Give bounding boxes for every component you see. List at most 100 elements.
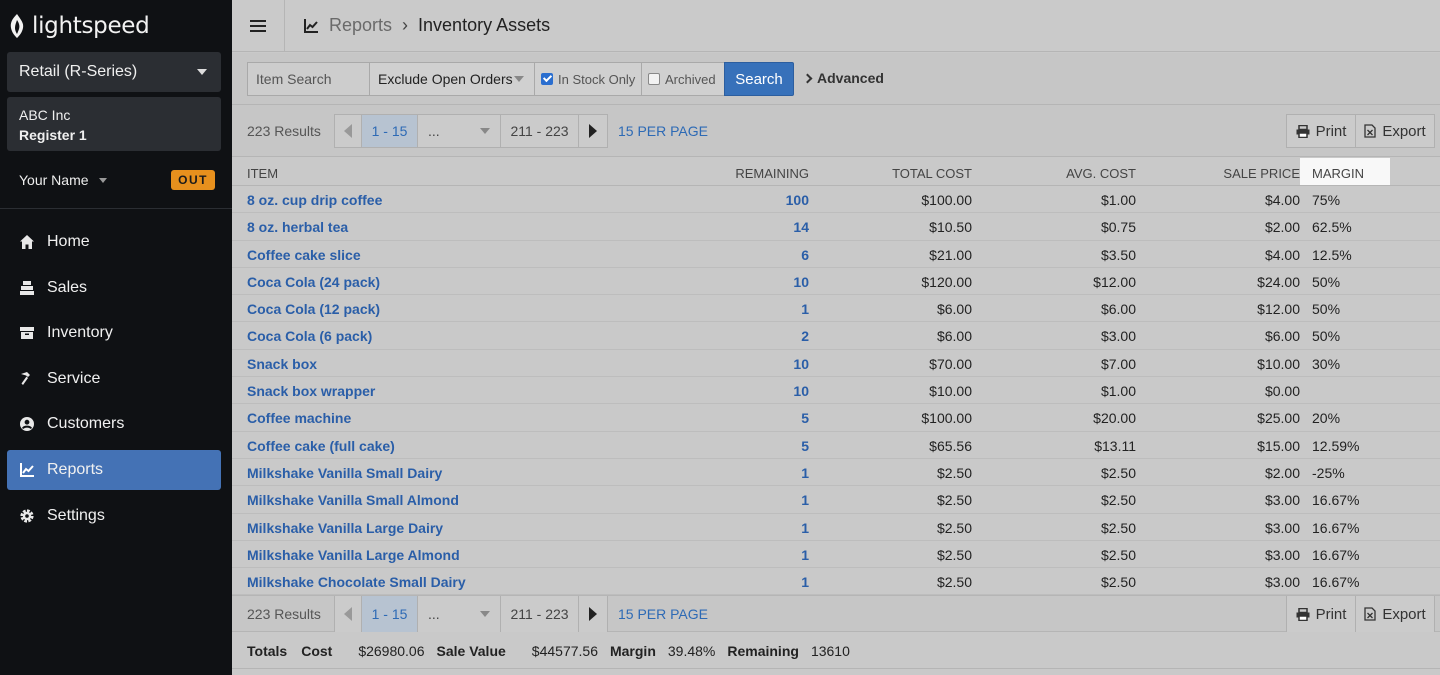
item-link[interactable]: Milkshake Vanilla Small Dairy [247,465,442,481]
margin: 62.5% [1312,219,1352,236]
print-button[interactable]: Print [1286,596,1356,632]
last-page-button[interactable]: 211 - 223 [500,114,579,148]
item-link[interactable]: Coffee cake slice [247,247,361,263]
totals-cost-label: Cost [301,642,333,659]
column-header-sale-price[interactable]: SALE PRICE [1223,166,1300,181]
total-cost: $21.00 [929,246,972,263]
top-bar: Reports › Inventory Assets [232,0,1440,52]
sidebar-item-customers[interactable]: Customers [7,404,221,444]
item-link[interactable]: Coffee machine [247,410,351,426]
margin: 50% [1312,273,1341,290]
column-header-total-cost[interactable]: TOTAL COST [892,166,972,181]
sidebar-item-settings[interactable]: Settings [7,496,221,536]
next-page-button[interactable] [578,596,608,632]
page-title: Inventory Assets [418,15,551,35]
advanced-toggle[interactable]: Advanced [802,70,884,86]
shop-register-box[interactable]: ABC Inc Register 1 [7,97,221,151]
sale-price: $6.00 [1264,328,1300,345]
item-link[interactable]: 8 oz. herbal tea [247,219,348,235]
totals-remaining-label: Remaining [727,642,799,659]
remaining-link[interactable]: 1 [801,301,809,317]
item-link[interactable]: Milkshake Vanilla Large Almond [247,547,460,563]
sale-price: $2.00 [1264,464,1300,481]
total-cost: $6.00 [936,328,972,345]
print-button[interactable]: Print [1286,114,1356,148]
current-page-button[interactable]: 1 - 15 [361,596,418,632]
results-count: 223 Results [247,123,321,139]
column-header-item[interactable]: ITEM [247,166,278,181]
remaining-link[interactable]: 1 [801,492,809,508]
column-header-margin[interactable]: MARGIN [1300,158,1390,185]
item-link[interactable]: Snack box [247,356,317,372]
item-search-input[interactable]: Item Search [247,62,370,96]
menu-toggle-button[interactable] [232,0,285,52]
sidebar-item-label: Service [47,369,101,387]
item-link[interactable]: Milkshake Chocolate Small Dairy [247,574,466,590]
item-link[interactable]: Coca Cola (24 pack) [247,274,380,290]
margin: 16.67% [1312,519,1360,536]
prev-page-button[interactable] [334,596,362,632]
last-page-button[interactable]: 211 - 223 [500,596,579,632]
sidebar-item-sales[interactable]: Sales [7,268,221,308]
item-link[interactable]: 8 oz. cup drip coffee [247,192,382,208]
sidebar-item-home[interactable]: Home [7,222,221,262]
chevron-down-icon [98,177,107,183]
person-icon [19,416,35,432]
remaining-link[interactable]: 10 [793,274,809,290]
remaining-link[interactable]: 1 [801,547,809,563]
item-link[interactable]: Coca Cola (6 pack) [247,328,372,344]
item-link[interactable]: Milkshake Vanilla Large Dairy [247,520,443,536]
remaining-link[interactable]: 6 [801,247,809,263]
clock-status-badge[interactable]: OUT [171,170,215,190]
export-label: Export [1382,122,1426,140]
export-label: Export [1382,605,1426,623]
sidebar-item-inventory[interactable]: Inventory [7,313,221,353]
export-button[interactable]: Export [1355,596,1435,632]
item-link[interactable]: Coca Cola (12 pack) [247,301,380,317]
column-header-avg-cost[interactable]: AVG. COST [1066,166,1136,181]
item-link[interactable]: Milkshake Vanilla Small Almond [247,492,459,508]
remaining-link[interactable]: 10 [793,383,809,399]
sidebar-item-reports[interactable]: Reports [7,449,221,490]
remaining-link[interactable]: 5 [801,438,809,454]
per-page-selector[interactable]: 15 PER PAGE [618,123,708,139]
remaining-link[interactable]: 14 [793,219,809,235]
remaining-link[interactable]: 5 [801,410,809,426]
item-link[interactable]: Coffee cake (full cake) [247,438,395,454]
remaining-link[interactable]: 2 [801,328,809,344]
archived-checkbox[interactable]: Archived [641,62,725,96]
chevron-down-icon [197,69,207,75]
page-select[interactable]: ... [417,114,501,148]
sidebar-item-service[interactable]: Service [7,359,221,399]
user-menu[interactable]: Your Name [19,172,107,188]
avg-cost: $20.00 [1093,410,1136,427]
print-label: Print [1315,605,1347,623]
column-header-remaining[interactable]: REMAINING [735,166,809,181]
prev-page-button[interactable] [334,114,362,148]
chevron-down-icon [514,76,524,82]
remaining-link[interactable]: 1 [801,520,809,536]
current-page-button[interactable]: 1 - 15 [361,114,418,148]
checkbox-checked-icon [541,73,553,85]
order-filter-select[interactable]: Exclude Open Orders [369,62,535,96]
search-button[interactable]: Search [724,62,794,96]
item-link[interactable]: Snack box wrapper [247,383,375,399]
page-select[interactable]: ... [417,596,501,632]
remaining-link[interactable]: 10 [793,356,809,372]
in-stock-checkbox[interactable]: In Stock Only [534,62,642,96]
next-page-button[interactable] [578,114,608,148]
pagination-bottom: 223 Results 1 - 15 ... 211 - 223 15 PER … [232,595,1440,632]
remaining-link[interactable]: 100 [786,192,809,208]
lightspeed-logo[interactable]: lightspeed [8,12,150,40]
avg-cost: $2.50 [1100,464,1136,481]
remaining-link[interactable]: 1 [801,465,809,481]
pagination-top: 223 Results 1 - 15 ... 211 - 223 15 PER … [232,105,1440,157]
remaining-link[interactable]: 1 [801,574,809,590]
export-button[interactable]: Export [1355,114,1435,148]
table-row: 8 oz. herbal tea 14 $10.50 $0.75 $2.00 6… [232,213,1440,241]
table-row: Milkshake Vanilla Small Dairy 1 $2.50 $2… [232,459,1440,487]
breadcrumb-reports-link[interactable]: Reports [329,15,392,36]
product-selector[interactable]: Retail (R-Series) [7,52,221,92]
per-page-selector[interactable]: 15 PER PAGE [618,606,708,622]
user-name: Your Name [19,172,89,188]
